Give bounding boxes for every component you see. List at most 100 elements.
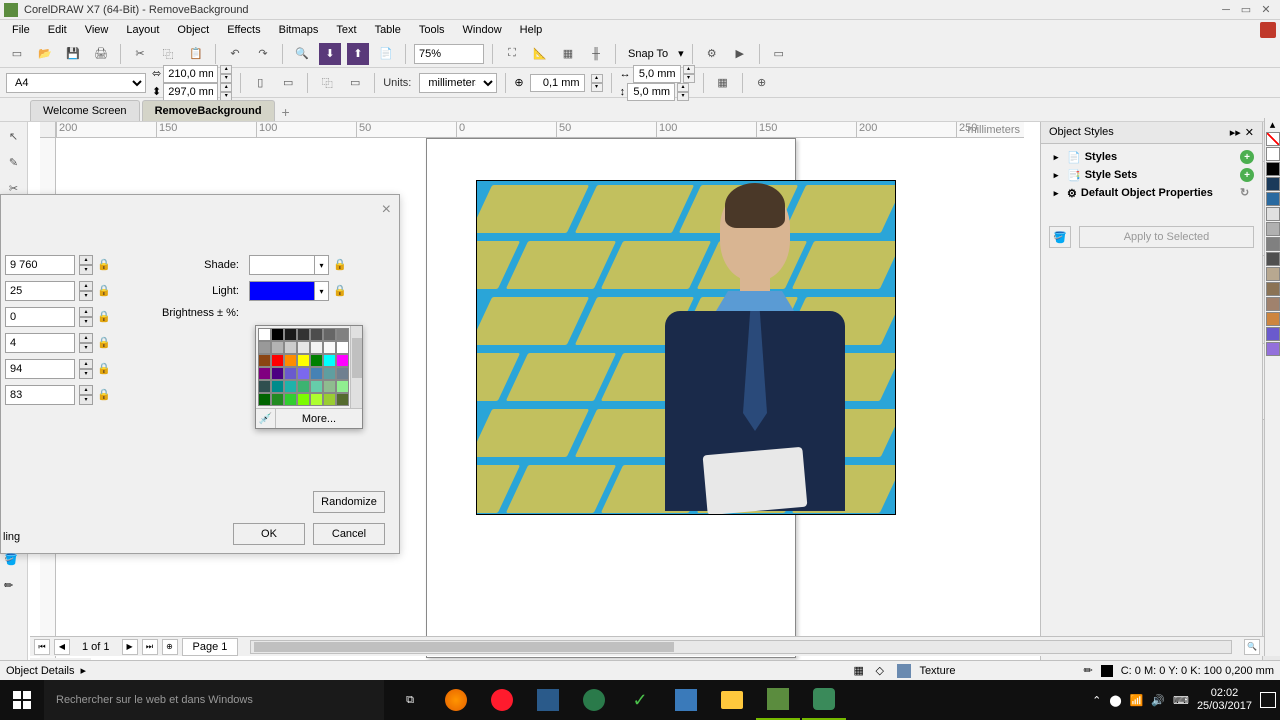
height-spinner[interactable]: ▴▾ bbox=[220, 83, 232, 101]
color-cell[interactable] bbox=[323, 380, 336, 393]
color-cell[interactable] bbox=[271, 393, 284, 406]
expand-icon[interactable]: ▸ bbox=[1049, 150, 1063, 164]
current-page-icon[interactable]: ▭ bbox=[344, 72, 366, 94]
dup-x-spinner[interactable]: ▴▾ bbox=[683, 65, 695, 83]
lock-icon[interactable]: 🔒 bbox=[333, 284, 347, 298]
page-tab[interactable]: Page 1 bbox=[182, 638, 239, 656]
color-cell[interactable] bbox=[323, 328, 336, 341]
language-icon[interactable]: ⌨ bbox=[1173, 694, 1189, 707]
param-input-1[interactable] bbox=[5, 281, 75, 301]
menu-bitmaps[interactable]: Bitmaps bbox=[271, 22, 327, 38]
maximize-button[interactable]: ▭ bbox=[1236, 2, 1256, 18]
next-page-icon[interactable]: ▶ bbox=[122, 639, 138, 655]
menu-edit[interactable]: Edit bbox=[40, 22, 75, 38]
nudge-input[interactable] bbox=[530, 74, 585, 92]
param-input-2[interactable] bbox=[5, 307, 75, 327]
menu-tools[interactable]: Tools bbox=[411, 22, 453, 38]
undo-icon[interactable]: ↶ bbox=[224, 43, 246, 65]
color-cell[interactable] bbox=[258, 367, 271, 380]
color-cell[interactable] bbox=[271, 380, 284, 393]
menu-file[interactable]: File bbox=[4, 22, 38, 38]
fill-status-icon[interactable]: ▦ bbox=[853, 664, 867, 678]
more-colors-button[interactable]: More... bbox=[276, 409, 362, 428]
param-input-5[interactable] bbox=[5, 385, 75, 405]
color-cell[interactable] bbox=[323, 354, 336, 367]
launch-icon[interactable]: ▶ bbox=[729, 43, 751, 65]
color-cell[interactable] bbox=[336, 367, 349, 380]
paste-icon[interactable]: 📋 bbox=[185, 43, 207, 65]
task-view-icon[interactable]: ⧉ bbox=[388, 680, 432, 720]
color-cell[interactable] bbox=[310, 380, 323, 393]
layout-icon[interactable]: ▭ bbox=[768, 43, 790, 65]
palette-swatch[interactable] bbox=[1266, 297, 1280, 311]
palette-swatch[interactable] bbox=[1266, 162, 1280, 176]
palette-swatch[interactable] bbox=[1266, 282, 1280, 296]
randomize-button[interactable]: Randomize bbox=[313, 491, 385, 513]
menu-layout[interactable]: Layout bbox=[118, 22, 167, 38]
color-cell[interactable] bbox=[284, 380, 297, 393]
all-pages-icon[interactable]: ⿻ bbox=[316, 72, 338, 94]
menu-help[interactable]: Help bbox=[512, 22, 551, 38]
docker-close-icon[interactable]: ✕ bbox=[1245, 126, 1254, 139]
fullscreen-icon[interactable]: ⛶ bbox=[501, 43, 523, 65]
ruler-origin[interactable] bbox=[40, 122, 56, 138]
nudge-spinner[interactable]: ▴▾ bbox=[591, 74, 603, 92]
menu-view[interactable]: View bbox=[77, 22, 117, 38]
color-cell[interactable] bbox=[284, 354, 297, 367]
palette-swatch[interactable] bbox=[1266, 207, 1280, 221]
volume-icon[interactable]: 🔊 bbox=[1151, 694, 1165, 707]
expand-icon[interactable]: ▸ bbox=[1049, 186, 1063, 200]
color-cell[interactable] bbox=[336, 341, 349, 354]
color-cell[interactable] bbox=[271, 367, 284, 380]
color-cell[interactable] bbox=[258, 380, 271, 393]
add-styleset-icon[interactable]: + bbox=[1240, 168, 1254, 182]
network-icon[interactable]: 📶 bbox=[1130, 694, 1144, 707]
lock-icon[interactable]: 🔒 bbox=[97, 284, 111, 298]
minimize-button[interactable]: ─ bbox=[1216, 2, 1236, 18]
color-cell[interactable] bbox=[258, 354, 271, 367]
clock[interactable]: 02:02 25/03/2017 bbox=[1197, 687, 1252, 713]
copy-icon[interactable]: ⿻ bbox=[157, 43, 179, 65]
camtasia-icon[interactable] bbox=[802, 680, 846, 720]
color-cell[interactable] bbox=[258, 328, 271, 341]
landscape-icon[interactable]: ▭ bbox=[277, 72, 299, 94]
color-cell[interactable] bbox=[284, 393, 297, 406]
guidelines-icon[interactable]: ╫ bbox=[585, 43, 607, 65]
color-cell[interactable] bbox=[297, 380, 310, 393]
spinner[interactable]: ▴▾ bbox=[79, 359, 93, 379]
dialog-close-icon[interactable]: × bbox=[382, 201, 391, 219]
color-cell[interactable] bbox=[310, 328, 323, 341]
color-cell[interactable] bbox=[271, 328, 284, 341]
dup-x-input[interactable] bbox=[633, 65, 681, 83]
palette-swatch[interactable] bbox=[1266, 222, 1280, 236]
taskbar-search[interactable]: Rechercher sur le web et dans Windows bbox=[44, 680, 384, 720]
ok-button[interactable]: OK bbox=[233, 523, 305, 545]
open-icon[interactable]: 📂 bbox=[34, 43, 56, 65]
details-expand-icon[interactable]: ▸ bbox=[80, 664, 86, 677]
palette-swatch[interactable] bbox=[1266, 147, 1280, 161]
notification-icon[interactable] bbox=[1260, 692, 1276, 708]
color-cell[interactable] bbox=[297, 367, 310, 380]
page-height-input[interactable] bbox=[163, 83, 218, 101]
bitmap-object[interactable] bbox=[476, 180, 896, 515]
light-color-select[interactable]: ▾ bbox=[249, 281, 329, 301]
app-icon-2[interactable] bbox=[572, 680, 616, 720]
refresh-icon[interactable]: ↻ bbox=[1240, 186, 1254, 200]
color-cell[interactable] bbox=[271, 341, 284, 354]
menu-object[interactable]: Object bbox=[169, 22, 217, 38]
units-select[interactable]: millimeters bbox=[419, 73, 497, 93]
add-preset-icon[interactable]: ⊕ bbox=[751, 72, 773, 94]
dup-y-input[interactable] bbox=[627, 83, 675, 101]
palette-swatch[interactable] bbox=[1266, 342, 1280, 356]
palette-swatch[interactable] bbox=[1266, 252, 1280, 266]
add-style-icon[interactable]: + bbox=[1240, 150, 1254, 164]
export-icon[interactable]: ⬆ bbox=[347, 43, 369, 65]
grid-icon[interactable]: ▦ bbox=[557, 43, 579, 65]
color-cell[interactable] bbox=[336, 354, 349, 367]
palette-swatch[interactable] bbox=[1266, 192, 1280, 206]
close-button[interactable]: ✕ bbox=[1256, 2, 1276, 18]
menu-table[interactable]: Table bbox=[367, 22, 409, 38]
lock-icon[interactable]: 🔒 bbox=[97, 362, 111, 376]
last-page-icon[interactable]: ⏭ bbox=[142, 639, 158, 655]
tray-up-icon[interactable]: ⌃ bbox=[1092, 694, 1101, 707]
